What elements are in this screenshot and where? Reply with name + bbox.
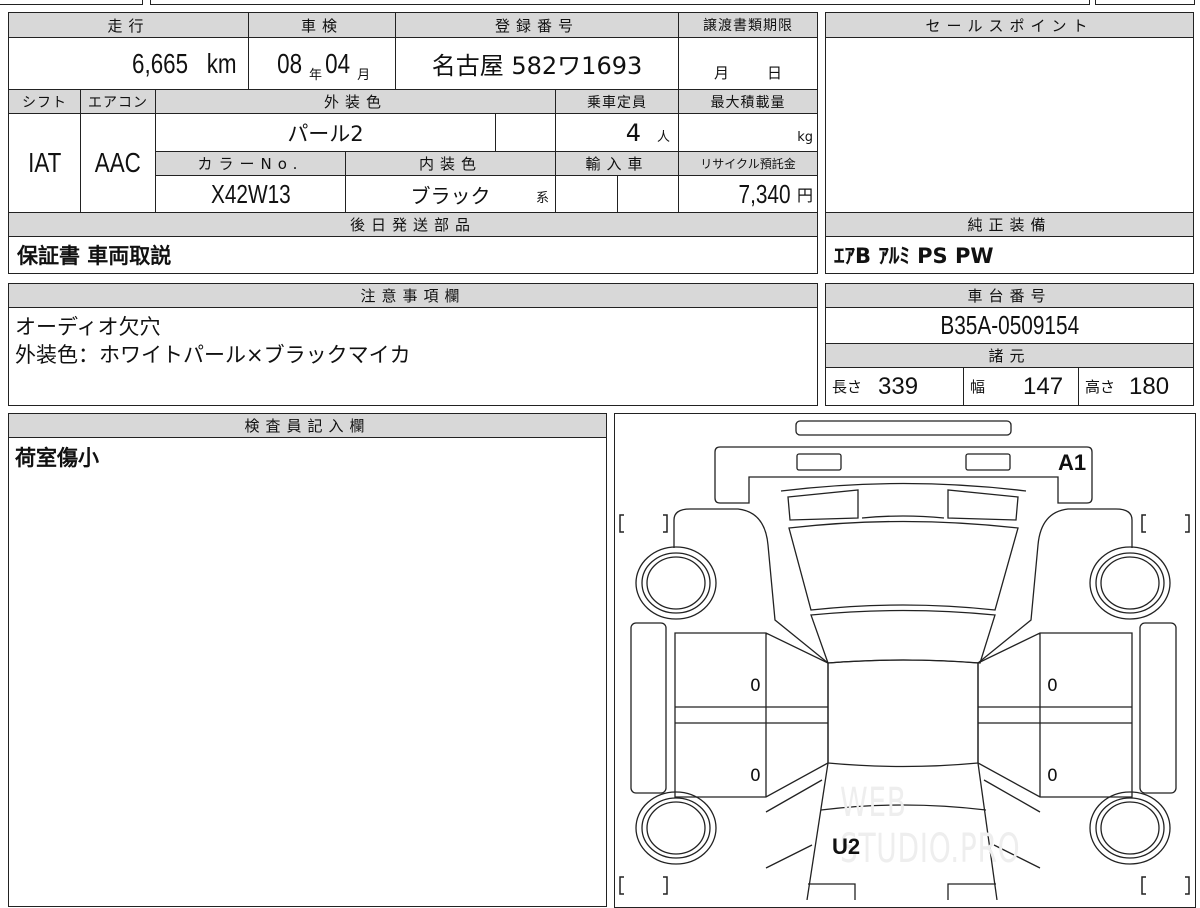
- mark-door-rl: 0: [750, 766, 761, 786]
- side-sill-right: [1139, 622, 1177, 794]
- roof: [827, 659, 979, 768]
- front-bar: [795, 420, 1012, 436]
- side-sill-left: [630, 622, 667, 794]
- front-fenders: [673, 508, 1133, 664]
- watermark: WEB STUDIO.PRO: [840, 780, 1021, 872]
- rear-bumper: [808, 883, 996, 900]
- bracket-rl: [619, 876, 668, 895]
- mark-door-fl: 0: [750, 676, 761, 696]
- mark-rear: U2: [832, 834, 861, 859]
- wheel-rr: [1089, 791, 1171, 865]
- hood: [788, 520, 1019, 611]
- car-diagram-svg: [619, 420, 1190, 900]
- bracket-rr: [1141, 876, 1190, 895]
- mark-door-fr: 0: [1047, 676, 1058, 696]
- bracket-fr: [1141, 514, 1190, 533]
- wheel-fr: [1089, 546, 1171, 620]
- windshield: [810, 609, 996, 664]
- bracket-fl: [619, 514, 668, 533]
- mark-door-rr: 0: [1047, 766, 1058, 786]
- mark-front: A1: [1058, 450, 1087, 475]
- wheel-rl: [635, 791, 717, 865]
- headlight-left: [796, 453, 842, 471]
- headlight-right: [965, 453, 1011, 471]
- front-bumper: [714, 446, 1093, 504]
- wheel-fl: [635, 546, 717, 620]
- grille: [780, 482, 1027, 521]
